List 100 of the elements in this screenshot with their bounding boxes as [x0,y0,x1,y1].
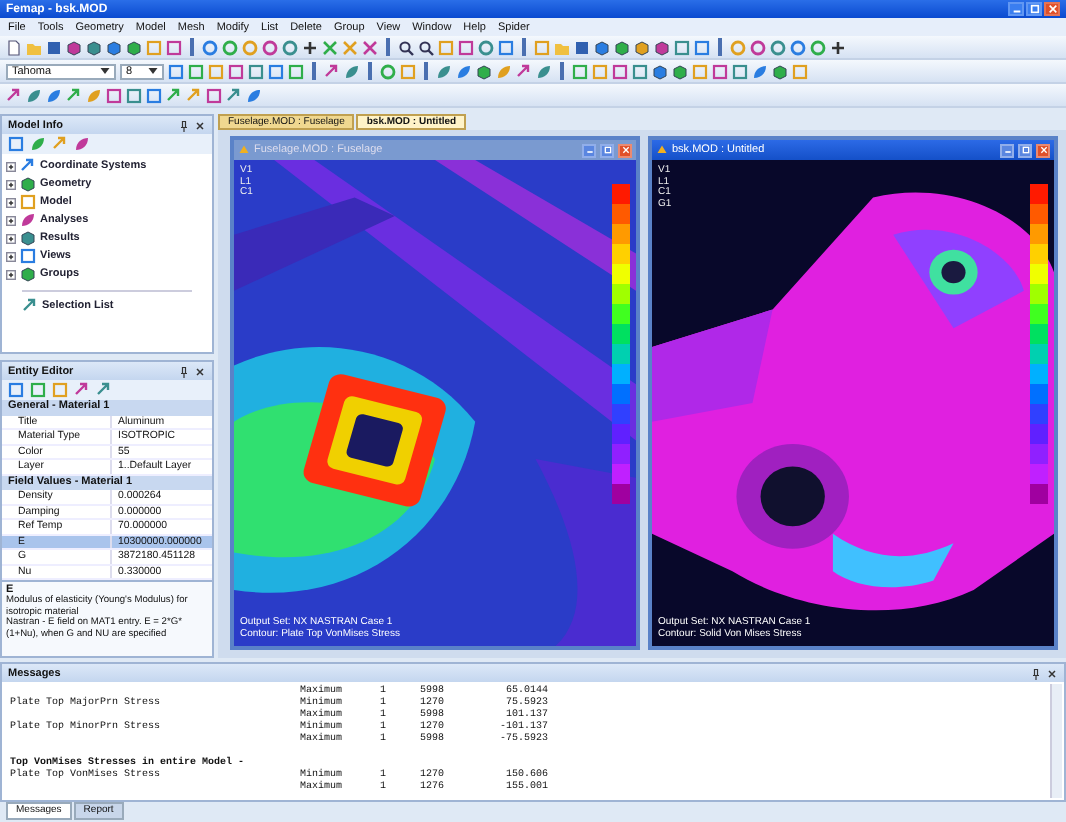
square-icon[interactable] [632,63,648,79]
cross-icon[interactable] [342,39,358,55]
square-icon[interactable] [400,63,416,79]
arrow-icon[interactable] [22,298,38,314]
expand-icon[interactable] [6,215,16,225]
square-icon[interactable] [208,63,224,79]
model-icon [656,144,668,156]
square-icon[interactable] [288,63,304,79]
square-icon[interactable] [52,382,68,398]
plus-icon[interactable] [830,39,846,55]
arrow-icon[interactable] [6,87,22,103]
square-icon[interactable] [166,39,182,55]
circle-icon[interactable] [790,39,806,55]
circle-icon[interactable] [770,39,786,55]
maximize-button[interactable] [1018,143,1032,157]
shape-icon[interactable] [20,212,36,228]
minimize-icon [585,146,593,154]
expand-icon[interactable] [6,269,16,279]
square-icon[interactable] [592,63,608,79]
square-icon[interactable] [674,39,690,55]
circle-icon[interactable] [222,39,238,55]
close-icon [621,146,629,154]
pin-icon[interactable] [178,365,190,377]
close-icon[interactable] [194,365,206,377]
close-button[interactable] [1044,2,1060,16]
close-button[interactable] [1036,143,1050,157]
shape-icon[interactable] [752,63,768,79]
close-icon[interactable] [1046,667,1058,679]
shape-icon[interactable] [30,136,46,152]
circle-icon[interactable] [478,39,494,55]
square-icon[interactable] [248,63,264,79]
square-icon[interactable] [126,87,142,103]
expand-icon[interactable] [6,179,16,189]
circle-icon[interactable] [262,39,278,55]
cross-icon[interactable] [362,39,378,55]
circle-icon[interactable] [730,39,746,55]
arrow-icon[interactable] [52,136,68,152]
square-icon[interactable] [572,63,588,79]
shape-icon[interactable] [536,63,552,79]
arrow-icon[interactable] [226,87,242,103]
square-icon[interactable] [458,39,474,55]
pin-icon[interactable] [1030,667,1042,679]
square-icon[interactable] [694,39,710,55]
magnifier-icon[interactable] [398,39,414,55]
circle-icon[interactable] [750,39,766,55]
maximize-icon [1021,146,1029,154]
square-icon[interactable] [106,87,122,103]
square-icon[interactable] [498,39,514,55]
minimize-button[interactable] [1008,2,1024,16]
close-icon [1039,146,1047,154]
square-icon[interactable] [20,248,36,264]
square-icon[interactable] [188,63,204,79]
expand-icon[interactable] [6,197,16,207]
square-icon[interactable] [8,136,24,152]
close-button[interactable] [618,143,632,157]
arrow-icon[interactable] [186,87,202,103]
circle-icon[interactable] [242,39,258,55]
plus-icon[interactable] [302,39,318,55]
circle-icon[interactable] [202,39,218,55]
shape-icon[interactable] [86,87,102,103]
shape-icon[interactable] [74,136,90,152]
shape-icon[interactable] [246,87,262,103]
expand-icon[interactable] [6,161,16,171]
minimize-button[interactable] [1000,143,1014,157]
arrow-icon[interactable] [66,87,82,103]
square-icon[interactable] [30,382,46,398]
maximize-icon [1029,4,1039,14]
maximize-button[interactable] [1026,2,1042,16]
cube-icon[interactable] [20,230,36,246]
arrow-icon[interactable] [166,87,182,103]
square-icon[interactable] [534,39,550,55]
circle-icon[interactable] [380,63,396,79]
square-icon[interactable] [712,63,728,79]
maximize-button[interactable] [600,143,614,157]
square-icon[interactable] [612,63,628,79]
square-icon[interactable] [168,63,184,79]
arrow-icon[interactable] [324,63,340,79]
square-icon[interactable] [206,87,222,103]
arrow-icon[interactable] [74,382,90,398]
maximize-icon [603,146,611,154]
square-icon[interactable] [8,382,24,398]
cube-icon[interactable] [20,266,36,282]
arrow-icon[interactable] [516,63,532,79]
arrow-icon[interactable] [96,382,112,398]
square-icon[interactable] [268,63,284,79]
arrow-icon[interactable] [20,158,36,174]
close-icon [1047,4,1057,14]
shape-icon[interactable] [344,63,360,79]
minimize-button[interactable] [582,143,596,157]
caret-icon [148,68,158,74]
square-icon[interactable] [146,87,162,103]
square-icon[interactable] [228,63,244,79]
pin-icon[interactable] [178,119,190,131]
magnifier-icon[interactable] [418,39,434,55]
square-icon[interactable] [732,63,748,79]
close-icon[interactable] [194,119,206,131]
cube-icon[interactable] [20,176,36,192]
scrollbar[interactable] [1050,684,1062,798]
expand-icon[interactable] [6,251,16,261]
expand-icon[interactable] [6,233,16,243]
